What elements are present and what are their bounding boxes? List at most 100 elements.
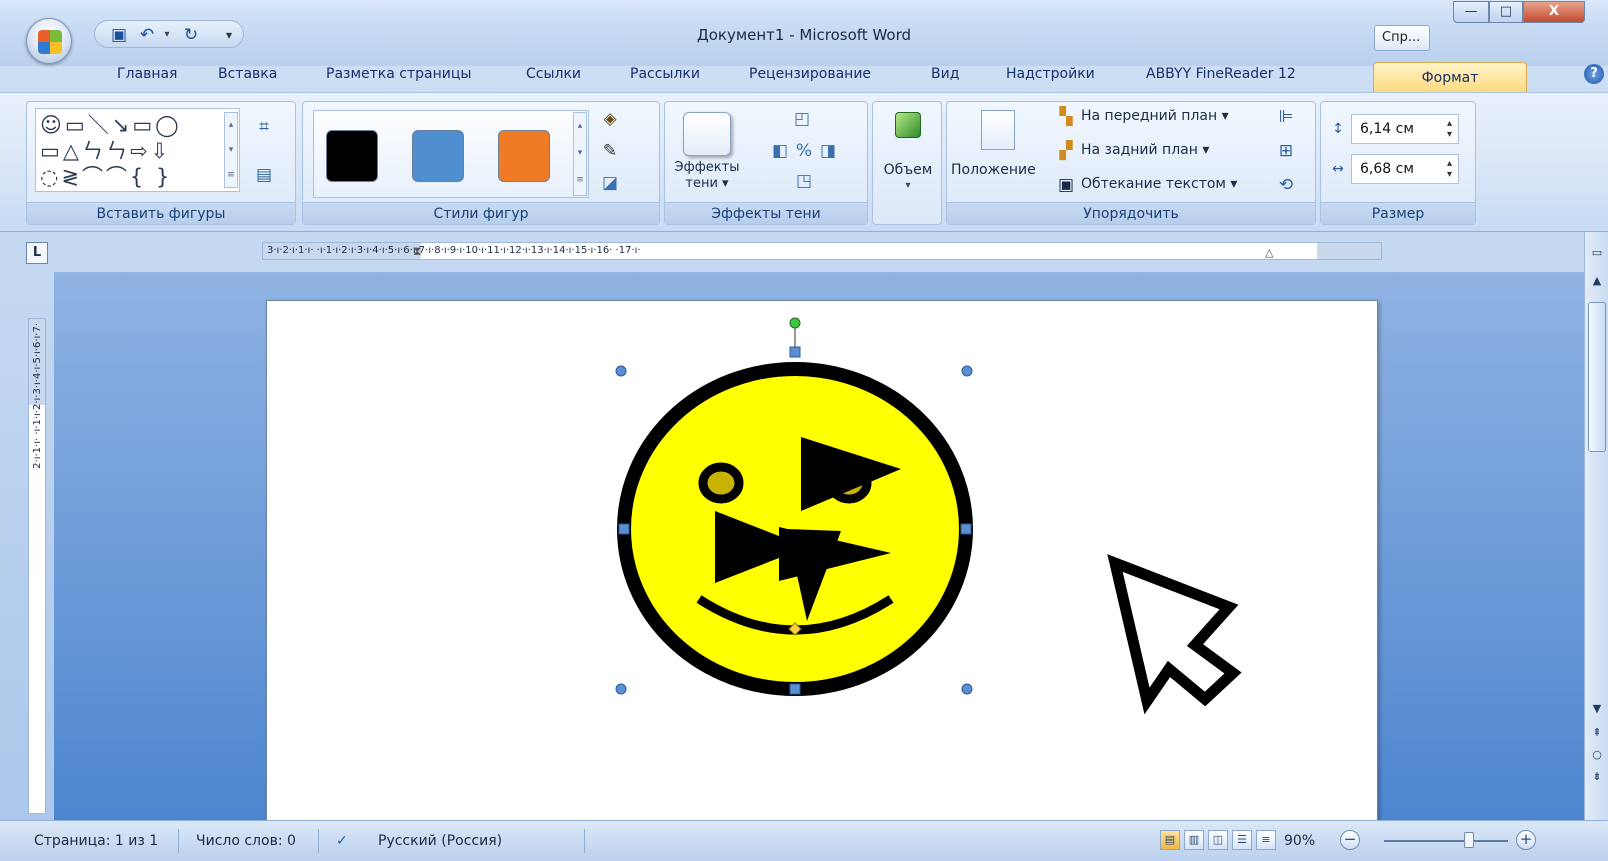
rotate-icon[interactable]: ⟲ <box>1275 174 1297 196</box>
web-layout-icon[interactable]: ◫ <box>1208 830 1228 850</box>
height-field[interactable]: 6,14 см ▴ ▾ <box>1351 114 1459 144</box>
next-page-icon[interactable]: ⇟ <box>1587 768 1607 786</box>
shapes-gallery[interactable]: ☺▭＼↘▭◯ ▭△ㄣㄣ⇨⇩ ◌≷⌒⌒{ } <box>35 108 240 192</box>
zoom-in-icon[interactable]: + <box>1516 830 1536 850</box>
tab-page-layout[interactable]: Разметка страницы <box>326 66 471 82</box>
resize-handle[interactable] <box>618 523 630 535</box>
resize-handle[interactable] <box>789 683 801 695</box>
smiley-shape[interactable] <box>615 317 973 696</box>
zoom-slider-thumb[interactable] <box>1464 832 1474 848</box>
tab-addins[interactable]: Надстройки <box>1006 66 1095 82</box>
resize-handle[interactable] <box>615 683 627 695</box>
text-box-icon[interactable]: ▤ <box>253 164 275 186</box>
group-insert-shapes: ☺▭＼↘▭◯ ▭△ㄣㄣ⇨⇩ ◌≷⌒⌒{ } ▴ ▾ ≡ ⌗ ▤ Вставить ф… <box>26 101 296 225</box>
shapes-scroll-icon[interactable]: ▴ ▾ ≡ <box>224 112 238 188</box>
resize-handle[interactable] <box>960 523 972 535</box>
draft-icon[interactable]: ≡ <box>1256 830 1276 850</box>
proofing-icon[interactable]: ✓ <box>336 827 348 855</box>
3d-effects-label[interactable]: Объем <box>875 162 941 178</box>
shape-styles-gallery[interactable] <box>313 110 589 198</box>
vertical-scrollbar[interactable]: ▭ ▲ ▼ ⇞ ○ ⇟ <box>1584 232 1608 820</box>
shadow-effects-line1[interactable]: Эффекты <box>671 160 743 175</box>
tab-format[interactable]: Формат <box>1373 62 1527 94</box>
language-indicator[interactable]: Русский (Россия) <box>378 827 502 855</box>
nudge-right-icon[interactable]: ◨ <box>817 140 839 162</box>
minimize-button[interactable]: — <box>1453 1 1489 23</box>
group-arrange: Положение ▚ На передний план ▾ ▞ На задн… <box>946 101 1316 225</box>
maximize-button[interactable]: □ <box>1489 1 1523 23</box>
office-button[interactable] <box>26 18 72 64</box>
shapes-row[interactable]: ◌≷⌒⌒{ } <box>40 165 172 189</box>
help-search-button[interactable]: Спр... <box>1374 25 1430 51</box>
resize-handle[interactable] <box>961 683 973 695</box>
send-back-button[interactable]: На задний план ▾ <box>1081 142 1209 158</box>
outline-icon[interactable]: ☰ <box>1232 830 1252 850</box>
edit-shape-icon[interactable]: ⌗ <box>253 116 275 138</box>
zoom-slider[interactable] <box>1384 840 1508 842</box>
smiley-face[interactable] <box>617 362 973 696</box>
browse-object-icon[interactable]: ○ <box>1587 746 1607 764</box>
position-label[interactable]: Положение <box>951 162 1036 178</box>
indent-marker-icon[interactable]: ⧗ <box>413 243 421 259</box>
bring-front-button[interactable]: На передний план ▾ <box>1081 108 1229 124</box>
resize-handle[interactable] <box>789 346 801 358</box>
width-field[interactable]: 6,68 см ▴ ▾ <box>1351 154 1459 184</box>
nudge-down-icon[interactable]: ◳ <box>793 170 815 192</box>
drawing-canvas <box>615 317 1242 715</box>
width-value: 6,68 см <box>1360 161 1414 177</box>
style-swatch[interactable] <box>412 130 464 182</box>
spin-arrows-icon[interactable]: ▴ ▾ <box>1447 158 1452 180</box>
document-page[interactable] <box>266 300 1378 840</box>
rotate-handle[interactable] <box>789 317 801 329</box>
align-icon[interactable]: ⊫ <box>1275 106 1297 128</box>
tab-review[interactable]: Рецензирование <box>749 66 871 82</box>
nudge-up-icon[interactable]: ◰ <box>791 108 813 130</box>
full-screen-reading-icon[interactable]: ▥ <box>1184 830 1204 850</box>
vertical-ruler[interactable]: 2·ı·1·ı· ·ı·1·ı·2·ı·3·ı·4·ı·5·ı·6·ı·7· <box>28 318 46 814</box>
styles-scroll-icon[interactable]: ▴ ▾ ≡ <box>573 112 587 196</box>
zoom-level[interactable]: 90% <box>1284 827 1315 855</box>
print-layout-icon[interactable]: ▤ <box>1160 830 1180 850</box>
ruler-toggle-icon[interactable]: ▭ <box>1587 244 1607 262</box>
shape-outline-icon[interactable]: ✎ <box>599 140 621 162</box>
resize-handle[interactable] <box>615 365 627 377</box>
3d-effects-icon[interactable] <box>895 112 921 138</box>
tab-home[interactable]: Главная <box>117 66 177 82</box>
mouse-pointer-shape[interactable] <box>1107 554 1242 715</box>
shapes-row[interactable]: ▭△ㄣㄣ⇨⇩ <box>40 139 171 163</box>
right-indent-icon[interactable]: △ <box>1265 245 1273 259</box>
shape-fill-icon[interactable]: ◈ <box>599 108 621 130</box>
tab-selector[interactable]: L <box>26 242 48 264</box>
zoom-out-icon[interactable]: − <box>1340 830 1360 850</box>
change-shape-icon[interactable]: ◪ <box>599 172 621 194</box>
style-swatch[interactable] <box>326 130 378 182</box>
tab-view[interactable]: Вид <box>931 66 959 82</box>
shadow-effects-icon[interactable] <box>683 112 731 156</box>
horizontal-ruler[interactable]: 3·ı·2·ı·1·ı· ·ı·1·ı·2·ı·3·ı·4·ı·5·ı·6·ı·… <box>262 242 1382 260</box>
position-icon[interactable] <box>981 110 1015 150</box>
ruler-scale: 2·ı·1·ı· ·ı·1·ı·2·ı·3·ı·4·ı·5·ı·6·ı·7· <box>32 323 43 469</box>
scroll-thumb[interactable] <box>1588 302 1606 452</box>
word-count[interactable]: Число слов: 0 <box>196 827 296 855</box>
tab-insert[interactable]: Вставка <box>218 66 277 82</box>
text-wrap-button[interactable]: Обтекание текстом ▾ <box>1081 176 1237 192</box>
tab-abbyy[interactable]: ABBYY FineReader 12 <box>1146 66 1296 82</box>
spin-arrows-icon[interactable]: ▴ ▾ <box>1447 118 1452 140</box>
scroll-up-icon[interactable]: ▲ <box>1587 272 1607 290</box>
resize-handle[interactable] <box>961 365 973 377</box>
previous-page-icon[interactable]: ⇞ <box>1587 724 1607 742</box>
shapes-row[interactable]: ☺▭＼↘▭◯ <box>40 113 182 137</box>
tab-mailings[interactable]: Рассылки <box>630 66 700 82</box>
tab-references[interactable]: Ссылки <box>526 66 581 82</box>
style-swatch[interactable] <box>498 130 550 182</box>
nudge-left-icon[interactable]: ◧ <box>769 140 791 162</box>
close-button[interactable]: X <box>1523 1 1585 23</box>
page-count[interactable]: Страница: 1 из 1 <box>34 827 158 855</box>
shadow-effects-line2[interactable]: тени ▾ <box>671 176 743 191</box>
toggle-shadow-icon[interactable]: % <box>793 140 815 162</box>
group-objects-icon[interactable]: ⊞ <box>1275 140 1297 162</box>
scroll-down-icon[interactable]: ▼ <box>1587 700 1607 718</box>
ribbon-tabs: Главная Вставка Разметка страницы Ссылки… <box>0 62 1608 94</box>
3d-dropdown-icon[interactable]: ▾ <box>875 180 941 191</box>
help-icon[interactable]: ? <box>1584 64 1604 84</box>
